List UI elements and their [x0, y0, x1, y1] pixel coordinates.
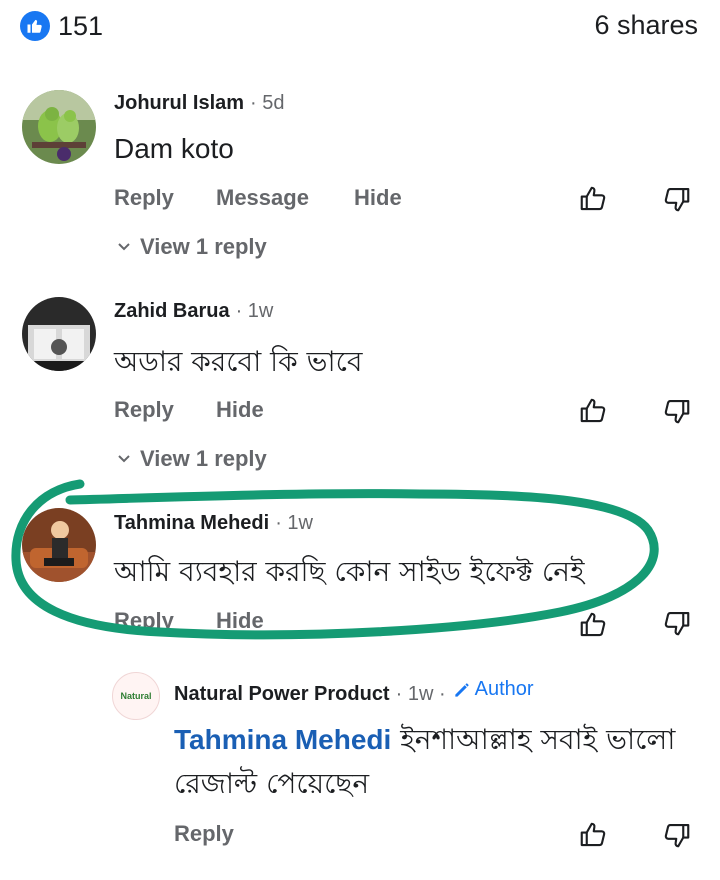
avatar-tahmina-mehedi[interactable] [22, 508, 96, 582]
thumbs-down-icon[interactable] [660, 606, 694, 640]
avatar-zahid-barua[interactable] [22, 297, 96, 371]
commenter-name[interactable]: Zahid Barua [114, 300, 230, 323]
comment-time[interactable]: · 1w [275, 512, 313, 535]
thumbs-up-icon[interactable] [576, 608, 610, 642]
comment-time[interactable]: · 1w [236, 300, 274, 323]
reply-text-line-1: Tahmina Mehedi ইনশাআল্লাহ সবাই ভালো [174, 718, 675, 765]
like-reaction-icon[interactable] [20, 11, 50, 41]
view-replies-label: View 1 reply [140, 446, 267, 471]
commenter-name[interactable]: Johurul Islam [114, 92, 244, 115]
author-label: Author [474, 678, 534, 700]
chevron-down-icon [118, 243, 130, 251]
reply-button[interactable]: Reply [114, 608, 174, 634]
hide-button[interactable]: Hide [216, 397, 264, 423]
hide-button[interactable]: Hide [216, 608, 264, 634]
commenter-name[interactable]: Tahmina Mehedi [114, 512, 269, 535]
thumbs-up-icon[interactable] [576, 394, 610, 428]
chevron-down-icon [118, 455, 130, 463]
hide-button[interactable]: Hide [354, 185, 402, 211]
comment-text: Dam koto [114, 133, 234, 164]
reply-button[interactable]: Reply [174, 821, 234, 847]
comment-time[interactable]: · 5d [250, 92, 284, 115]
reply-button[interactable]: Reply [114, 185, 174, 211]
mention-link[interactable]: Tahmina Mehedi [174, 724, 391, 755]
thumbs-down-icon[interactable] [660, 394, 694, 428]
author-badge: Author [452, 678, 534, 701]
brand-logo-text: Natural [120, 691, 152, 701]
reply-button[interactable]: Reply [114, 397, 174, 423]
view-replies-link[interactable]: View 1 reply [116, 446, 267, 472]
commenter-name[interactable]: Natural Power Product [174, 683, 390, 706]
view-replies-link[interactable]: View 1 reply [116, 234, 267, 260]
comment-text: আমি ব্যবহার করছি কোন সাইড ইফেক্ট নেই [114, 555, 585, 588]
avatar-johurul-islam[interactable] [22, 90, 96, 164]
comment-text: অডার করবো কি ভাবে [114, 345, 363, 378]
comment-time[interactable]: · 1w · [396, 683, 446, 706]
pencil-icon [454, 682, 469, 697]
reactions-bar: 151 [20, 8, 103, 44]
thumbs-up-icon[interactable] [576, 818, 610, 852]
view-replies-label: View 1 reply [140, 234, 267, 259]
message-button[interactable]: Message [216, 185, 309, 211]
reply-text: ইনশাআল্লাহ সবাই ভালো [391, 723, 676, 756]
reply-text-line-2: রেজাল্ট পেয়েছেন [174, 767, 370, 800]
avatar-natural-power-product[interactable]: Natural [112, 672, 160, 720]
thumbs-down-icon[interactable] [660, 818, 694, 852]
thumbs-up-icon[interactable] [576, 182, 610, 216]
reaction-count[interactable]: 151 [58, 11, 103, 42]
shares-count[interactable]: 6 shares [594, 10, 698, 41]
thumbs-down-icon[interactable] [660, 182, 694, 216]
